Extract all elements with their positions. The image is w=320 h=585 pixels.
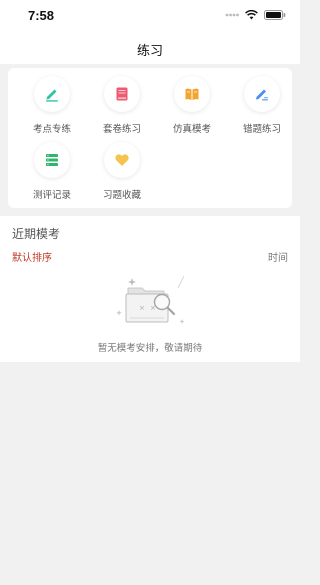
- menu-label: 习题收藏: [102, 190, 141, 201]
- menu-item-mistakes[interactable]: 错题练习: [230, 76, 294, 138]
- book-icon: [185, 88, 199, 100]
- menu-label: 仿真模考: [172, 124, 211, 135]
- menu-item-favorites[interactable]: 习题收藏: [90, 142, 154, 204]
- svg-text:×: ×: [139, 304, 145, 312]
- pen-icon: [46, 89, 58, 102]
- edit-icon: [256, 89, 268, 101]
- empty-state-text: 暂无模考安排，敬请期待: [97, 343, 203, 354]
- paper-set-icon: [116, 87, 128, 101]
- status-icons: [225, 10, 286, 20]
- menu-item-mock-exam[interactable]: 仿真模考: [160, 76, 224, 138]
- heart-icon: [115, 154, 129, 166]
- section-title: 近期模考: [12, 227, 61, 241]
- menu-label: 测评记录: [32, 190, 71, 201]
- recent-exams-section: 近期模考 默认排序 时间 × × 暂无模考安排，敬请期待: [0, 216, 300, 362]
- menu-icon-wrap: [104, 142, 140, 178]
- menu-label: 错题练习: [242, 124, 281, 135]
- menu-item-evaluation-record[interactable]: 测评记录: [20, 142, 84, 204]
- signal-icon: [225, 13, 239, 17]
- wifi-icon: [245, 10, 258, 20]
- menu-icon-wrap: [34, 142, 70, 178]
- menu-icon-wrap: [244, 76, 280, 112]
- status-time: 7:58: [28, 8, 55, 23]
- menu-label: 套卷练习: [102, 124, 141, 135]
- sort-time-button[interactable]: 时间: [268, 249, 288, 264]
- list-icon: [46, 154, 58, 166]
- page-title: 练习: [136, 44, 163, 59]
- menu-icon-wrap: [34, 76, 70, 112]
- menu-icon-wrap: [174, 76, 210, 112]
- menu-item-topic-practice[interactable]: 考点专练: [20, 76, 84, 138]
- empty-state-illustration: × ×: [116, 275, 185, 324]
- sort-default-button[interactable]: 默认排序: [12, 249, 52, 264]
- menu-icon-wrap: [104, 76, 140, 112]
- practice-menu: 考点专练 套卷练习 仿真模考 错题练习 测评记录 习题收藏: [8, 68, 292, 208]
- status-bar: 7:58: [0, 0, 300, 32]
- menu-item-paper-set[interactable]: 套卷练习: [90, 76, 154, 138]
- menu-label: 考点专练: [32, 124, 71, 135]
- battery-icon: [264, 10, 286, 20]
- nav-bar: 练习: [0, 32, 300, 64]
